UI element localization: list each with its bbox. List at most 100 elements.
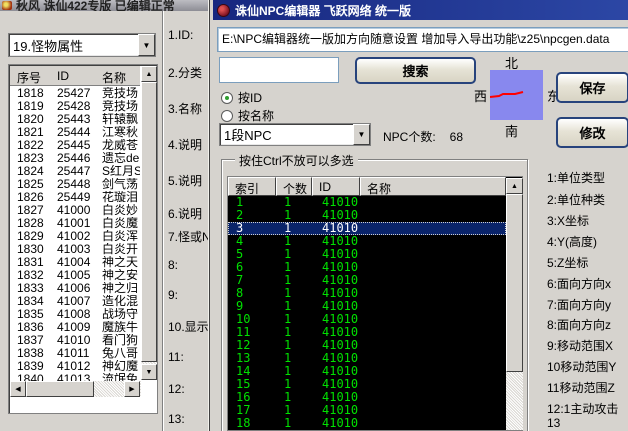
scroll-left-icon[interactable]: ◀: [10, 381, 26, 397]
horizontal-scrollbar-thumb[interactable]: [26, 381, 94, 397]
modify-button[interactable]: 修改: [556, 117, 628, 148]
cell-name: 兔八哥: [102, 347, 140, 360]
field-label: 2.分类: [168, 64, 212, 81]
table-row[interactable]: 15141010: [228, 378, 506, 391]
search-input[interactable]: [219, 57, 339, 83]
category-dropdown-value: 19.怪物属性: [9, 36, 138, 55]
scroll-down-icon[interactable]: ▼: [141, 364, 157, 380]
property-label: 2:单位种类: [547, 191, 605, 208]
table-row[interactable]: 3141010: [228, 222, 506, 235]
cell-name: 白炎开: [102, 243, 140, 256]
npc-table-rows: 1141010214101031410104141010514101061410…: [228, 196, 506, 430]
table-row[interactable]: 14141010: [228, 365, 506, 378]
table-row[interactable]: 16141010: [228, 391, 506, 404]
field-label: 6.说明: [168, 205, 212, 222]
search-button[interactable]: 搜索: [355, 57, 476, 84]
editor-titlebar[interactable]: 诛仙NPC编辑器 飞跃网络 统一版: [213, 0, 628, 20]
monster-list[interactable]: 序号 ID 名称 181825427竞技场181925428竞技场1820254…: [8, 64, 158, 414]
compass-west-label: 西: [474, 86, 487, 105]
vertical-scrollbar-thumb[interactable]: [141, 82, 157, 362]
field-label: 13:: [168, 412, 212, 426]
property-label: 12:1主动攻击: [547, 400, 618, 417]
monster-list-header: 序号 ID 名称: [10, 66, 140, 86]
file-path-field[interactable]: E:\NPC编辑器统一版加方向随意设置 增加导入导出功能\z25\npcgen.…: [217, 27, 628, 52]
scroll-right-icon[interactable]: ▶: [124, 381, 140, 397]
column-header-index[interactable]: 索引: [228, 177, 276, 196]
property-label: 1:单位类型: [547, 169, 605, 186]
column-header-index[interactable]: 序号: [17, 69, 41, 86]
scroll-up-icon[interactable]: ▲: [506, 178, 523, 194]
editor-app-icon: [217, 4, 230, 17]
table-row[interactable]: 12141010: [228, 339, 506, 352]
field-label: 11:: [168, 350, 212, 364]
radio-by-id-label: 按ID: [238, 89, 262, 106]
chevron-down-icon[interactable]: ▼: [353, 124, 370, 145]
property-label: 10移动范围Y: [547, 358, 616, 375]
table-row[interactable]: 7141010: [228, 274, 506, 287]
cell-name: 龙威苍: [102, 139, 140, 152]
table-row[interactable]: 13141010: [228, 352, 506, 365]
property-label: 6:面向方向x: [547, 275, 611, 292]
property-label: 13: [547, 416, 560, 430]
field-label: 9:: [168, 288, 212, 302]
table-row[interactable]: 5141010: [228, 248, 506, 261]
editor-window: 诛仙NPC编辑器 飞跃网络 统一版 E:\NPC编辑器统一版加方向随意设置 增加…: [210, 0, 628, 431]
direction-compass[interactable]: [490, 70, 543, 120]
table-row[interactable]: 10141010: [228, 313, 506, 326]
radio-by-name-label: 按名称: [238, 107, 274, 124]
cell-name: 流氓兔: [102, 373, 140, 381]
table-row[interactable]: 6141010: [228, 261, 506, 274]
radio-by-id[interactable]: 按ID: [221, 89, 262, 106]
table-row[interactable]: 4141010: [228, 235, 506, 248]
radio-by-name-icon[interactable]: [221, 110, 233, 122]
field-label: 12:: [168, 382, 212, 396]
table-row[interactable]: 18141010: [228, 417, 506, 430]
direction-line: [490, 70, 543, 120]
table-row[interactable]: 9141010: [228, 300, 506, 313]
npc-count-value: 68: [450, 130, 463, 144]
editor-window-title: 诛仙NPC编辑器 飞跃网络 统一版: [235, 2, 411, 19]
property-label: 11移动范围Z: [547, 379, 615, 396]
background-window-title: 秋风 诛仙422专版 已编辑正常: [16, 0, 175, 11]
chevron-down-icon[interactable]: ▼: [138, 34, 155, 56]
vertical-scrollbar-thumb[interactable]: [506, 194, 523, 372]
background-app-icon: [2, 1, 12, 10]
cell-name: 神之安: [102, 269, 140, 282]
field-label: 8:: [168, 258, 212, 272]
category-dropdown[interactable]: 19.怪物属性 ▼: [8, 33, 156, 57]
screen: 秋风 诛仙422专版 已编辑正常 19.怪物属性 ▼ 序号 ID 名称 1818…: [0, 0, 628, 431]
column-header-id[interactable]: ID: [57, 69, 69, 83]
table-row[interactable]: 1141010: [228, 196, 506, 209]
field-label: 1.ID:: [168, 28, 212, 42]
table-row[interactable]: 11141010: [228, 326, 506, 339]
cell-name: 竞技场: [102, 87, 140, 100]
radio-by-name[interactable]: 按名称: [221, 107, 274, 124]
cell-name: 江寒秋: [102, 126, 140, 139]
radio-by-id-icon[interactable]: [221, 92, 233, 104]
column-header-count[interactable]: 个数: [276, 177, 312, 196]
cell-name: S红月S: [102, 165, 140, 178]
segment-dropdown-value: 1段NPC: [220, 125, 353, 144]
cell-name: 战场守: [102, 308, 140, 321]
compass-south-label: 南: [505, 121, 518, 140]
column-header-id[interactable]: ID: [312, 177, 360, 196]
cell-name: 轩辕飘: [102, 113, 140, 126]
column-header-name[interactable]: 名称: [102, 69, 126, 86]
npc-instance-table[interactable]: 索引 个数 ID 名称 1141010214101031410104141010…: [227, 176, 523, 431]
multiselect-hint: 按住Ctrl不放可以多选: [235, 152, 358, 169]
segment-dropdown[interactable]: 1段NPC ▼: [219, 123, 371, 146]
table-row[interactable]: 8141010: [228, 287, 506, 300]
list-row[interactable]: 184041013流氓兔: [10, 373, 140, 381]
cell-name: 花璇泪: [102, 191, 140, 204]
column-header-name[interactable]: 名称: [360, 177, 506, 196]
property-label: 5:Z坐标: [547, 254, 588, 271]
cell-name: 白炎浑: [102, 230, 140, 243]
scroll-up-icon[interactable]: ▲: [141, 66, 157, 82]
table-row[interactable]: 17141010: [228, 404, 506, 417]
table-row[interactable]: 2141010: [228, 209, 506, 222]
field-label: 4.说明: [168, 136, 212, 153]
property-label: 7:面向方向y: [547, 296, 611, 313]
vertical-scrollbar-track[interactable]: [506, 372, 523, 430]
save-button[interactable]: 保存: [556, 72, 628, 103]
cell-name: 看门狗: [102, 334, 140, 347]
